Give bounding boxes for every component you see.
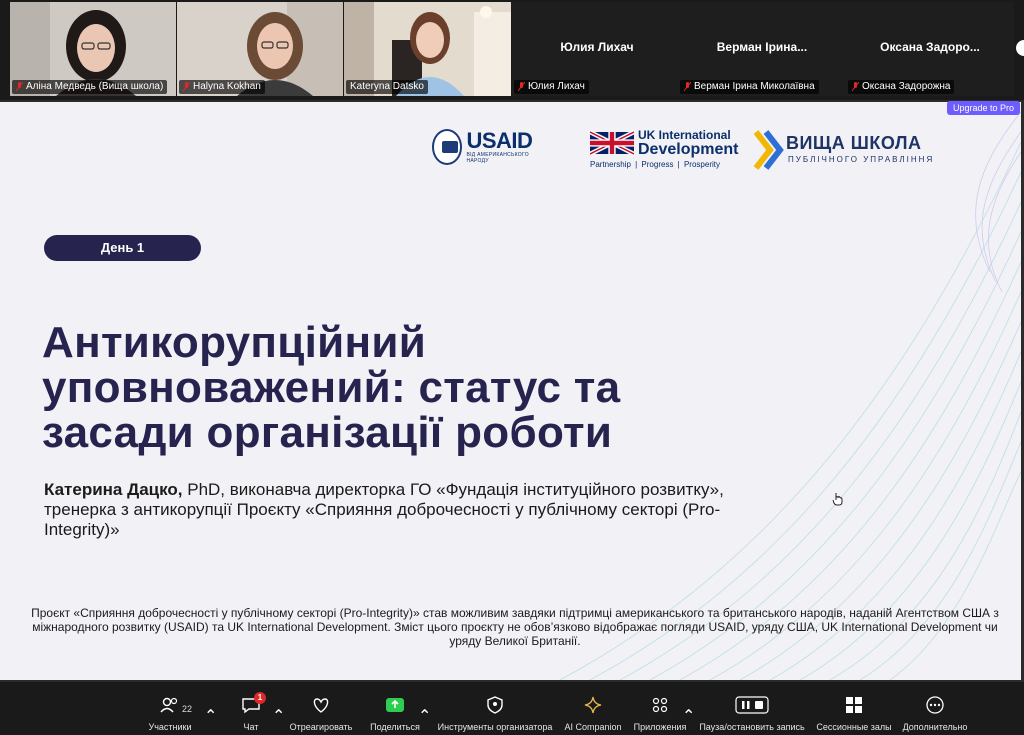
participant-tile[interactable]: Верман Ірина... Верман Ірина Миколаївна bbox=[678, 2, 846, 96]
ukid-tagline: Partnership | Progress | Prosperity bbox=[590, 160, 720, 169]
apps-label: Приложения bbox=[633, 722, 687, 732]
day-badge: День 1 bbox=[44, 235, 201, 261]
participant-name-label: Kateryna Datsko bbox=[346, 80, 428, 94]
participant-name-label: Halyna Kokhan bbox=[179, 80, 265, 94]
heart-icon bbox=[313, 698, 329, 713]
expand-gallery-button[interactable] bbox=[1016, 40, 1024, 56]
participant-display-name: Верман Ірина... bbox=[716, 40, 808, 54]
chat-label: Чат bbox=[243, 722, 259, 732]
participant-display-name: Юлия Лихач bbox=[560, 40, 634, 54]
ai-companion-label: AI Companion bbox=[564, 722, 622, 732]
more-dots-icon bbox=[926, 696, 944, 714]
breakout-rooms-button[interactable]: Сессионные залы bbox=[814, 682, 894, 735]
participant-name-label: Юлия Лихач bbox=[514, 80, 589, 94]
slide-title: Антикорупційний уповноважений: статус та… bbox=[42, 318, 621, 457]
participants-chevron-up-icon[interactable]: ⌃ bbox=[204, 706, 217, 725]
mic-muted-icon bbox=[852, 82, 859, 92]
participant-strip: Аліна Медведь (Вища школа) Halyna Kokhan bbox=[0, 0, 1024, 100]
chat-chevron-up-icon[interactable]: ⌃ bbox=[272, 706, 285, 725]
shield-icon bbox=[487, 696, 503, 714]
react-label: Отреагировать bbox=[289, 722, 353, 732]
host-tools-button[interactable]: Инструменты организатора bbox=[434, 682, 556, 735]
usaid-logo: USAID ВІД АМЕРИКАНСЬКОГО НАРОДУ bbox=[432, 129, 538, 165]
zoom-meeting-window: Аліна Медведь (Вища школа) Halyna Kokhan bbox=[0, 0, 1024, 735]
breakout-rooms-icon bbox=[846, 697, 862, 713]
participant-name: Оксана Задорожна bbox=[862, 81, 951, 92]
vsh-line1: ВИЩА ШКОЛА bbox=[786, 133, 922, 153]
participant-name-label: Верман Ірина Миколаївна bbox=[680, 80, 819, 94]
hand-cursor-icon bbox=[832, 493, 843, 506]
participant-name: Halyna Kokhan bbox=[193, 81, 261, 92]
vsh-line2: ПУБЛІЧНОГО УПРАВЛІННЯ bbox=[788, 155, 935, 164]
record-label: Пауза/остановить запись bbox=[699, 722, 805, 732]
apps-button[interactable]: Приложения bbox=[630, 682, 690, 735]
participant-tile[interactable]: Аліна Медведь (Вища школа) bbox=[10, 2, 176, 96]
share-screen-button[interactable]: Поделиться bbox=[364, 682, 426, 735]
participant-tile[interactable]: Оксана Задоро... Оксана Задорожна bbox=[846, 2, 1014, 96]
slide-author: Катерина Дацко, PhD, виконавча директорк… bbox=[44, 480, 724, 540]
participant-name: Верман Ірина Миколаївна bbox=[694, 81, 815, 92]
mic-muted-icon bbox=[684, 82, 691, 92]
usaid-subtitle: ВІД АМЕРИКАНСЬКОГО НАРОДУ bbox=[466, 152, 529, 164]
mic-muted-icon bbox=[518, 82, 525, 92]
participant-tile[interactable]: Юлия Лихач Юлия Лихач bbox=[512, 2, 682, 96]
meeting-toolbar: 22 Участники ⌃ 1 Чат ⌃ Отреагировать Под… bbox=[0, 682, 1024, 735]
participant-name: Kateryna Datsko bbox=[350, 81, 424, 92]
participant-tile[interactable]: Halyna Kokhan bbox=[177, 2, 343, 96]
recording-controls-button[interactable]: Пауза/остановить запись bbox=[696, 682, 808, 735]
slide-disclaimer: Проєкт «Сприяння доброчесності у публічн… bbox=[31, 606, 999, 648]
mic-muted-icon bbox=[183, 82, 190, 92]
union-jack-flag-icon bbox=[590, 130, 634, 156]
participants-count: 22 bbox=[182, 704, 193, 714]
host-tools-label: Инструменты организатора bbox=[437, 722, 553, 732]
ukid-line2: Development bbox=[638, 141, 739, 158]
share-chevron-up-icon[interactable]: ⌃ bbox=[418, 706, 431, 725]
more-button[interactable]: Дополнительно bbox=[898, 682, 972, 735]
presentation-slide: USAID ВІД АМЕРИКАНСЬКОГО НАРОДУ UK Inter… bbox=[0, 102, 1021, 680]
participant-name-label: Аліна Медведь (Вища школа) bbox=[12, 80, 168, 94]
participant-name: Юлия Лихач bbox=[528, 81, 585, 92]
participants-button[interactable]: 22 Участники bbox=[140, 682, 200, 735]
participants-label: Участники bbox=[148, 722, 192, 732]
chat-button[interactable]: 1 Чат bbox=[228, 682, 274, 735]
participant-display-name: Оксана Задоро... bbox=[880, 40, 980, 54]
usaid-text: USAID bbox=[466, 128, 533, 153]
author-name: Катерина Дацко, bbox=[44, 480, 183, 499]
ai-companion-button[interactable]: AI Companion bbox=[560, 682, 626, 735]
participant-tile-active-speaker[interactable]: Kateryna Datsko bbox=[344, 2, 511, 96]
pause-stop-record-icon bbox=[735, 696, 769, 714]
sparkle-icon bbox=[584, 696, 602, 714]
more-label: Дополнительно bbox=[902, 722, 968, 732]
apps-chevron-up-icon[interactable]: ⌃ bbox=[682, 706, 695, 725]
shared-screen: USAID ВІД АМЕРИКАНСЬКОГО НАРОДУ UK Inter… bbox=[0, 100, 1024, 682]
apps-icon bbox=[652, 697, 668, 713]
share-screen-icon bbox=[386, 698, 404, 712]
share-label: Поделиться bbox=[370, 722, 420, 732]
breakout-rooms-label: Сессионные залы bbox=[816, 722, 892, 732]
chat-unread-badge: 1 bbox=[254, 692, 266, 704]
react-button[interactable]: Отреагировать bbox=[286, 682, 356, 735]
mic-muted-icon bbox=[16, 82, 23, 92]
upgrade-to-pro-button[interactable]: Upgrade to Pro bbox=[946, 101, 1020, 115]
participant-name: Аліна Медведь (Вища школа) bbox=[26, 81, 164, 92]
participant-name-label: Оксана Задорожна bbox=[848, 80, 955, 94]
vyshcha-shkola-mark-icon bbox=[753, 130, 784, 170]
usaid-seal-icon bbox=[432, 129, 463, 165]
participants-icon bbox=[160, 697, 178, 713]
